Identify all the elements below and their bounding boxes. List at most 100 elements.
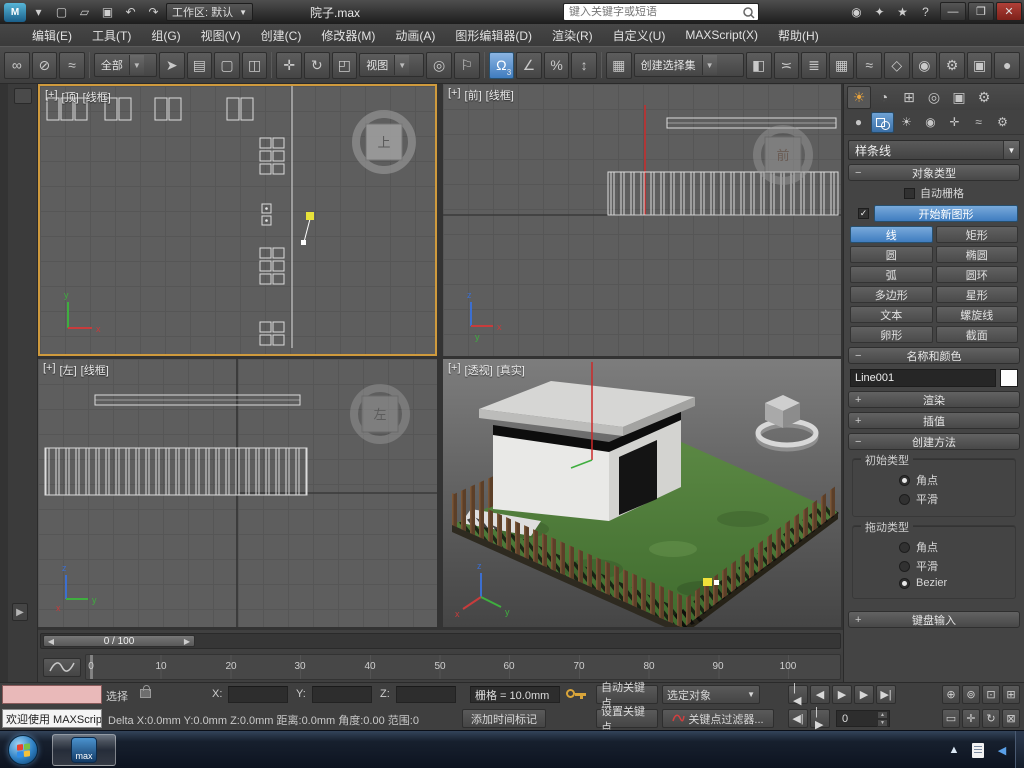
track-bar[interactable]: 0 10 20 30 40 50 60 70 80 90 100	[38, 652, 843, 682]
viewport-menu-pov[interactable]: [左]	[60, 362, 77, 378]
previous-frame-button[interactable]: ◀	[810, 685, 830, 704]
viewport-menu-shading[interactable]: [线框]	[486, 87, 514, 103]
open-mini-curve-editor-button[interactable]	[42, 657, 81, 677]
viewport-menu-general[interactable]: [+]	[45, 89, 58, 105]
autogrid-checkbox[interactable]	[904, 187, 915, 199]
mirror-icon[interactable]: ◧	[745, 51, 772, 79]
orbit-icon[interactable]: ↻	[982, 709, 1000, 728]
tab-utilities[interactable]: ⚙	[972, 86, 996, 109]
time-slider-track[interactable]: ◀ 0 / 100 ▶	[40, 633, 841, 649]
shape-ellipse-button[interactable]: 椭圆	[935, 246, 1018, 263]
select-and-move-icon[interactable]: ✛	[276, 51, 302, 79]
tab-create[interactable]: ☀	[847, 85, 871, 109]
select-and-manipulate-icon[interactable]: ⚐	[453, 51, 480, 79]
zoom-extents-all-icon[interactable]: ⊞	[1002, 685, 1020, 704]
rectangular-selection-region-icon[interactable]: ▢	[214, 51, 240, 79]
ribbon-toggle-icon[interactable]: ▦	[828, 51, 855, 79]
percent-snap-icon[interactable]: %	[543, 51, 570, 79]
select-by-name-icon[interactable]: ▤	[186, 51, 213, 79]
viewport-left[interactable]: [+] [左] [线框] 左 z y x	[38, 359, 437, 627]
communication-center-icon[interactable]: ✦	[869, 2, 890, 21]
infocenter-search[interactable]	[563, 3, 759, 21]
spinner-snap-icon[interactable]: ↕	[571, 51, 597, 79]
rollout-rendering[interactable]: + 渲染	[848, 391, 1020, 408]
selected-filter-dropdown[interactable]: 选定对象 ▼	[662, 685, 760, 704]
material-editor-icon[interactable]: ◉	[911, 51, 938, 79]
key-filters-button[interactable]: 关键点过滤器...	[662, 709, 774, 728]
viewport-left-canvas[interactable]: 左 z y x	[38, 359, 437, 627]
time-slider-handle[interactable]: ◀ 0 / 100 ▶	[43, 635, 195, 647]
radio-initial-smooth[interactable]	[899, 493, 910, 505]
current-time-field[interactable]: 0 ▲ ▼	[836, 710, 890, 727]
undo-icon[interactable]: ↶	[120, 3, 141, 22]
select-and-scale-icon[interactable]: ◰	[331, 51, 358, 79]
favorites-star-icon[interactable]: ★	[892, 2, 913, 21]
shape-donut-button[interactable]: 圆环	[935, 266, 1018, 283]
auto-key-button[interactable]: 自动关键点	[596, 682, 658, 710]
unlink-selection-icon[interactable]: ⊘	[31, 51, 58, 79]
help-icon[interactable]: ?	[915, 2, 936, 21]
edit-named-selection-sets-icon[interactable]: ▦	[605, 51, 632, 79]
viewport-perspective[interactable]: [+] [透视] [真实] z x y	[443, 359, 841, 627]
object-name-input[interactable]: Line001	[850, 369, 996, 387]
viewport-front[interactable]: [+] [前] [线框] 前 z x y	[443, 84, 841, 356]
menu-group[interactable]: 组(G)	[141, 24, 190, 46]
menu-customize[interactable]: 自定义(U)	[603, 24, 676, 46]
taskbar-item-3dsmax[interactable]: max	[52, 733, 116, 766]
hidden-icons-arrow[interactable]: ▲	[946, 742, 962, 758]
start-button[interactable]	[8, 734, 38, 765]
play-button[interactable]: ▶	[832, 685, 852, 704]
shape-rectangle-button[interactable]: 矩形	[935, 226, 1018, 243]
menu-rendering[interactable]: 渲染(R)	[542, 24, 603, 46]
viewport-menu-general[interactable]: [+]	[43, 362, 56, 378]
app-menu-arrow-icon[interactable]: ▾	[28, 3, 49, 22]
schematic-view-icon[interactable]: ◇	[883, 51, 910, 79]
tab-motion[interactable]: ◎	[922, 86, 946, 109]
y-coordinate-field[interactable]	[312, 686, 372, 703]
go-to-end-button[interactable]: ▶|	[876, 685, 896, 704]
new-scene-icon[interactable]: ▢	[51, 3, 72, 22]
rendered-frame-window-icon[interactable]: ▣	[966, 51, 993, 79]
viewcube[interactable]: 上	[352, 110, 416, 174]
viewport-top-canvas[interactable]: 上 y x	[40, 86, 435, 354]
menu-maxscript[interactable]: MAXScript(X)	[675, 24, 768, 46]
maximize-viewport-icon[interactable]: ⊠	[1002, 709, 1020, 728]
maxscript-mini-listener-output[interactable]: 欢迎使用 MAXScript	[2, 709, 102, 728]
show-desktop-button[interactable]	[1015, 731, 1024, 768]
menu-animation[interactable]: 动画(A)	[385, 24, 445, 46]
redo-icon[interactable]: ↷	[143, 3, 164, 22]
set-key-mode-icon[interactable]	[566, 687, 588, 702]
viewport-menu-shading[interactable]: [线框]	[83, 89, 111, 105]
layout-tabs-arrow-icon[interactable]: ▶	[12, 603, 28, 621]
subtab-spacewarps[interactable]: ≈	[967, 112, 990, 133]
search-input[interactable]	[564, 6, 742, 18]
viewport-top[interactable]: [+] [顶] [线框] 上 y x	[38, 84, 437, 356]
minimize-button[interactable]: —	[940, 2, 966, 21]
selected-vertex[interactable]	[703, 578, 712, 586]
restore-button[interactable]: ❐	[968, 2, 994, 21]
select-object-icon[interactable]: ➤	[158, 51, 185, 79]
window-crossing-icon[interactable]: ◫	[241, 51, 268, 79]
zoom-extents-icon[interactable]: ⊡	[982, 685, 1000, 704]
menu-help[interactable]: 帮助(H)	[768, 24, 829, 46]
viewport-layout-tab[interactable]	[14, 88, 32, 104]
layer-manager-icon[interactable]: ≣	[801, 51, 827, 79]
next-key-button[interactable]: |▶	[810, 706, 830, 731]
viewport-menu-pov[interactable]: [透视]	[465, 362, 493, 378]
z-coordinate-field[interactable]	[396, 686, 456, 703]
menu-create[interactable]: 创建(C)	[251, 24, 312, 46]
menu-views[interactable]: 视图(V)	[191, 24, 251, 46]
tab-modify[interactable]: ◔	[872, 86, 896, 109]
align-icon[interactable]: ≍	[773, 51, 800, 79]
shape-ngon-button[interactable]: 多边形	[850, 286, 933, 303]
viewport-menu-general[interactable]: [+]	[448, 87, 461, 103]
shape-helix-button[interactable]: 螺旋线	[935, 306, 1018, 323]
select-and-rotate-icon[interactable]: ↻	[304, 51, 330, 79]
shape-arc-button[interactable]: 弧	[850, 266, 933, 283]
shape-text-button[interactable]: 文本	[850, 306, 933, 323]
prev-frame-icon[interactable]: ◀	[44, 637, 58, 646]
zoom-all-icon[interactable]: ⊚	[962, 685, 980, 704]
tray-language-icon[interactable]: ◀	[994, 742, 1010, 758]
viewport-perspective-canvas[interactable]: z x y	[443, 359, 841, 627]
fence-left-objects[interactable]	[44, 394, 308, 496]
